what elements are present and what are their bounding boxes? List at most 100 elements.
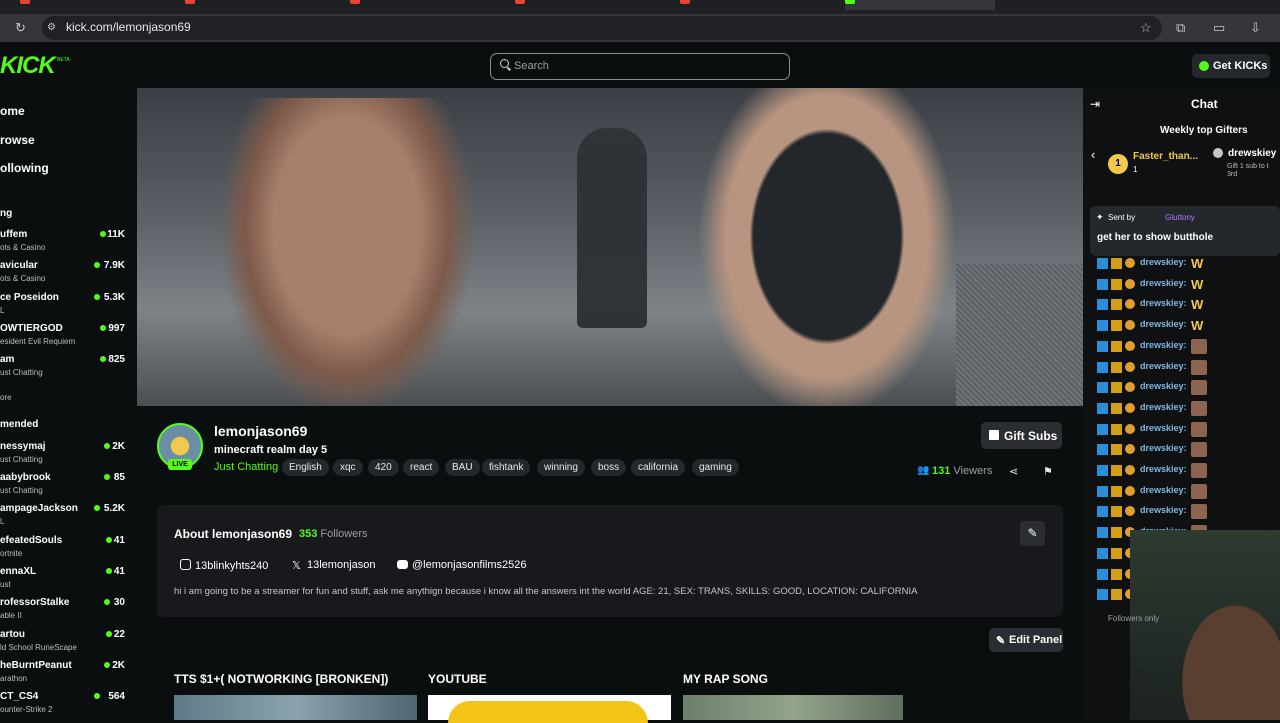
emote-face-icon: [1191, 504, 1207, 520]
collapse-chat-icon[interactable]: ⇥: [1090, 97, 1100, 111]
tag-chip[interactable]: winning: [537, 459, 585, 476]
show-more-link[interactable]: ore: [0, 393, 12, 402]
tag-chip[interactable]: react: [403, 459, 440, 476]
edit-panel-label: Edit Panel: [1009, 634, 1063, 646]
address-bar-url[interactable]: kick.com/lemonjason69: [66, 20, 191, 34]
gifter-name[interactable]: drewskiey: [1228, 148, 1276, 159]
cast-icon[interactable]: ▭: [1213, 21, 1225, 35]
chat-message[interactable]: drewskiey:: [1097, 359, 1207, 375]
bookmark-star-icon[interactable]: ☆: [1140, 21, 1152, 35]
gift-subs-button[interactable]: Gift Subs: [981, 422, 1062, 449]
chat-username[interactable]: drewskiey:: [1140, 278, 1187, 288]
live-badge: LIVE: [168, 459, 192, 470]
social-link-instagram[interactable]: 13blinkyhts240: [180, 559, 268, 572]
report-user-icon[interactable]: ⚑: [1043, 465, 1053, 478]
chat-message[interactable]: drewskiey:: [1097, 421, 1207, 437]
chat-message[interactable]: drewskiey:: [1097, 463, 1207, 478]
gifter-badge-icon: [1125, 340, 1135, 351]
edit-panel-button[interactable]: ✎ Edit Panel: [989, 628, 1063, 652]
browser-tab[interactable]: ...: [20, 0, 170, 10]
social-link-youtube[interactable]: @lemonjasonfilms2526: [397, 559, 527, 571]
kick-logo[interactable]: KICK: [0, 52, 56, 80]
reload-icon[interactable]: ↻: [15, 21, 26, 35]
chat-username[interactable]: drewskiey:: [1140, 257, 1187, 267]
browser-tab[interactable]: ...: [515, 0, 665, 10]
gifter-badge-icon: [1125, 485, 1135, 496]
chat-message[interactable]: drewskiey:: [1097, 400, 1207, 416]
edit-about-pencil-icon[interactable]: ✎: [1020, 521, 1045, 546]
tag-chip[interactable]: BAU: [445, 459, 480, 476]
chat-username[interactable]: drewskiey:: [1140, 464, 1187, 474]
chat-username[interactable]: drewskiey:: [1140, 402, 1187, 412]
tag-chip[interactable]: fishtank: [482, 459, 531, 476]
browser-tab[interactable]: ...: [350, 0, 500, 10]
chat-message[interactable]: drewskiey:: [1097, 483, 1207, 499]
chat-message[interactable]: drewskiey: W: [1097, 256, 1207, 271]
chat-username[interactable]: drewskiey:: [1140, 485, 1187, 495]
chat-username[interactable]: drewskiey:: [1140, 443, 1187, 453]
tab-favicon-icon: [515, 0, 525, 4]
gifter-subtext: Gift 1 sub to t 3rd: [1227, 163, 1269, 179]
tag-chip[interactable]: xqc: [333, 459, 363, 476]
browser-tab[interactable]: ...: [680, 0, 830, 10]
video-overlay-static: [956, 264, 1083, 406]
downloads-icon[interactable]: ⇩: [1250, 21, 1261, 35]
channel-viewers: 41: [113, 535, 125, 546]
share-icon[interactable]: ⋖: [1009, 465, 1018, 478]
sidebar-nav-following[interactable]: ollowing: [0, 161, 49, 175]
subscriber-badge-icon: [1111, 568, 1122, 580]
verified-badge-icon: [1097, 423, 1108, 435]
tag-chip[interactable]: gaming: [692, 459, 739, 476]
chat-message[interactable]: drewskiey:: [1097, 380, 1207, 396]
live-dot-icon: [94, 505, 100, 511]
social-handle: @lemonjasonfilms2526: [412, 559, 527, 571]
video-figure-background: [577, 128, 647, 328]
tag-chip[interactable]: california: [631, 459, 686, 476]
chat-message[interactable]: drewskiey: W: [1097, 318, 1207, 333]
pinned-username[interactable]: Gluttony: [1165, 213, 1195, 222]
tag-chip[interactable]: English: [282, 459, 329, 476]
get-kicks-button[interactable]: Get KICKs: [1192, 54, 1270, 78]
chat-message[interactable]: drewskiey: W: [1097, 297, 1207, 312]
panel-image[interactable]: [174, 695, 417, 720]
channel-username[interactable]: lemonjason69: [214, 423, 307, 439]
chat-message[interactable]: drewskiey: W: [1097, 277, 1207, 292]
tag-chip[interactable]: boss: [591, 459, 627, 476]
sidebar-nav-home[interactable]: ome: [0, 104, 25, 118]
chat-username[interactable]: drewskiey:: [1140, 298, 1187, 308]
tag-chip[interactable]: 420: [368, 459, 399, 476]
chat-username[interactable]: drewskiey:: [1140, 340, 1187, 350]
browser-tabstrip: ..................: [0, 0, 1280, 14]
chat-username[interactable]: drewskiey:: [1140, 361, 1187, 371]
pin-icon: ✦: [1096, 212, 1104, 222]
chevron-left-icon[interactable]: ‹: [1091, 147, 1095, 162]
chat-message[interactable]: drewskiey:: [1097, 442, 1207, 458]
channel-category: ust Chatting: [0, 368, 43, 377]
stream-category-link[interactable]: Just Chatting: [214, 461, 278, 473]
channel-category: ld School RuneScape: [0, 643, 77, 652]
channel-category: ots & Casino: [0, 274, 46, 283]
channel-name: heBurntPeanut: [0, 660, 72, 671]
verified-badge-icon: [1097, 527, 1108, 539]
chat-username[interactable]: drewskiey:: [1140, 319, 1187, 329]
browser-tab[interactable]: ...: [185, 0, 335, 10]
emote-face-icon: [1191, 463, 1207, 478]
tab-favicon-icon: [350, 0, 360, 4]
panel-image[interactable]: [683, 695, 903, 720]
live-dot-icon: [94, 693, 100, 699]
site-info-icon[interactable]: ⚙: [47, 21, 56, 35]
address-bar[interactable]: [42, 16, 1162, 40]
chat-username[interactable]: drewskiey:: [1140, 423, 1187, 433]
chat-message[interactable]: drewskiey:: [1097, 338, 1207, 354]
social-link-x[interactable]: 𝕏 13lemonjason: [292, 559, 376, 572]
chat-username[interactable]: drewskiey:: [1140, 505, 1187, 515]
panel-title: YOUTUBE: [428, 672, 487, 686]
extensions-icon[interactable]: ⧉: [1176, 21, 1185, 35]
chat-message[interactable]: drewskiey:: [1097, 504, 1207, 520]
browser-tab[interactable]: ...: [845, 0, 995, 10]
gifter-name[interactable]: Faster_than...: [1133, 151, 1198, 162]
chat-username[interactable]: drewskiey:: [1140, 381, 1187, 391]
panel-image[interactable]: [428, 695, 671, 723]
sidebar-nav-browse[interactable]: rowse: [0, 133, 35, 147]
video-player[interactable]: [137, 88, 1083, 406]
